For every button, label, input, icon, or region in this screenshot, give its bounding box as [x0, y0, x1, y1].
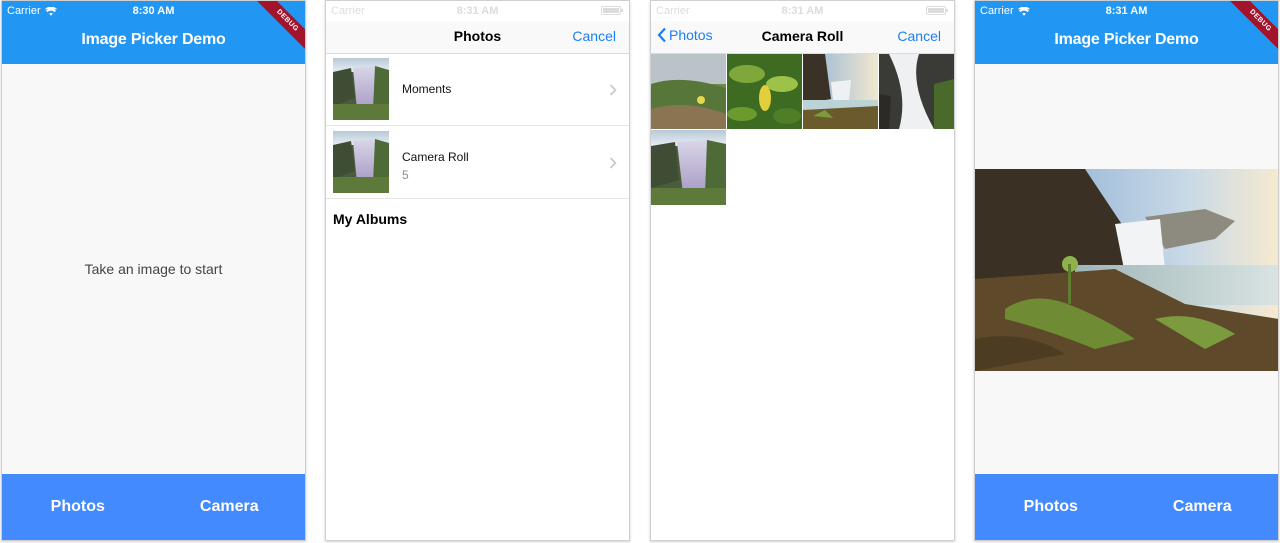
bottom-action-bar: Photos Camera [975, 474, 1278, 540]
photo-thumbnail[interactable] [651, 54, 726, 129]
status-time: 8:31 AM [781, 5, 824, 17]
screen-home-empty: Carrier 8:30 AM Image Picker Demo DEBUG … [1, 0, 306, 541]
album-thumbnail [333, 131, 389, 193]
status-time: 8:31 AM [456, 5, 499, 17]
status-bar: Carrier 8:31 AM [326, 1, 629, 21]
app-bar: Carrier 8:31 AM Image Picker Demo DEBUG [975, 1, 1278, 64]
screen-photo-albums: Carrier 8:31 AM Photos Cancel Moments Ca… [325, 0, 630, 541]
photos-button[interactable]: Photos [975, 498, 1127, 516]
battery-icon [926, 6, 948, 15]
photo-thumbnail[interactable] [803, 54, 878, 129]
status-bar: Carrier 8:31 AM [651, 1, 954, 21]
camera-button[interactable]: Camera [1127, 498, 1279, 516]
bottom-action-bar: Photos Camera [2, 474, 305, 540]
album-row-moments[interactable]: Moments [326, 54, 629, 126]
cancel-button[interactable]: Cancel [572, 28, 616, 44]
nav-bar: Photos Camera Roll Cancel [651, 21, 954, 54]
selected-image [975, 169, 1278, 371]
photo-thumbnail[interactable] [651, 130, 726, 205]
camera-button[interactable]: Camera [154, 498, 306, 516]
chevron-right-icon [609, 157, 617, 169]
status-time: 8:30 AM [132, 5, 175, 17]
album-row-camera-roll[interactable]: Camera Roll 5 [326, 127, 629, 199]
status-time: 8:31 AM [1105, 5, 1148, 17]
cancel-button[interactable]: Cancel [897, 28, 941, 44]
photo-thumbnail[interactable] [879, 54, 954, 129]
screen-camera-roll: Carrier 8:31 AM Photos Camera Roll Cance… [650, 0, 955, 541]
nav-bar: Photos Cancel [326, 21, 629, 54]
album-label: Camera Roll [402, 150, 469, 164]
page-title: Image Picker Demo [81, 31, 226, 48]
app-bar: Carrier 8:30 AM Image Picker Demo DEBUG [2, 1, 305, 64]
album-label: Moments [402, 82, 452, 96]
empty-state-message: Take an image to start [84, 261, 223, 277]
battery-icon [601, 6, 623, 15]
photos-button[interactable]: Photos [2, 498, 154, 516]
album-count: 5 [402, 168, 409, 182]
page-title: Image Picker Demo [1054, 31, 1199, 48]
chevron-right-icon [609, 84, 617, 96]
photo-thumbnail[interactable] [727, 54, 802, 129]
album-thumbnail [333, 58, 389, 120]
screen-home-with-image: Carrier 8:31 AM Image Picker Demo DEBUG [974, 0, 1279, 541]
section-header-my-albums: My Albums [333, 211, 408, 227]
